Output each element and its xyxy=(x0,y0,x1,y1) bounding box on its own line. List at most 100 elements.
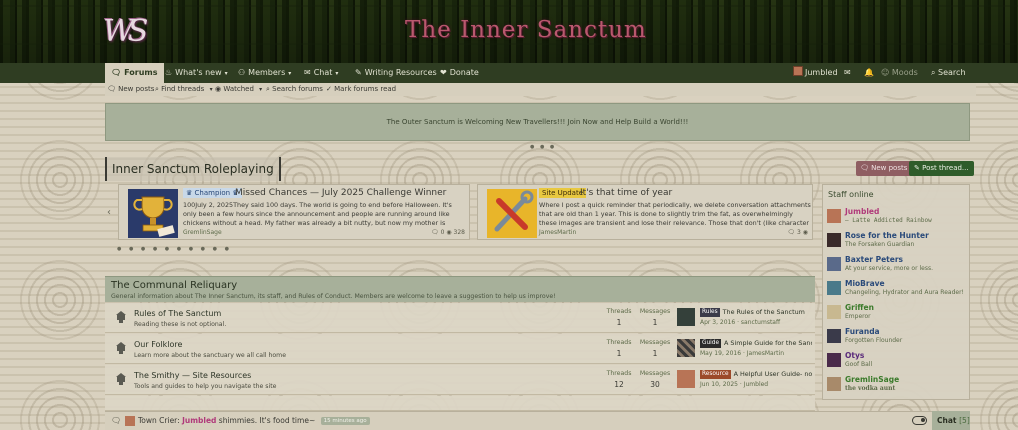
prefix-badge: Rules xyxy=(700,308,720,317)
last-post-title[interactable]: Guide A Simple Guide for the Sanc... xyxy=(700,339,812,348)
chat-toggle-button[interactable]: Chat [5] xyxy=(932,411,970,430)
new-posts-button[interactable]: 🗨 New posts xyxy=(856,161,913,176)
eye-icon: ◉ xyxy=(215,85,222,93)
featured-thread[interactable]: ♛ Champion ♛ Missed Chances — July 2025 … xyxy=(118,184,470,240)
members-icon: ⚇ xyxy=(238,68,246,77)
toggle-icon[interactable] xyxy=(912,416,927,425)
pen-icon: ✎ xyxy=(355,68,362,77)
staff-member[interactable]: Otys Goof Ball xyxy=(827,351,967,373)
staff-name[interactable]: Baxter Peters xyxy=(845,255,903,264)
subnav-new-posts[interactable]: 🗨 New posts xyxy=(107,83,154,96)
avatar[interactable] xyxy=(827,329,841,343)
subnav-mark-read[interactable]: ✓ Mark forums read xyxy=(326,83,396,96)
staff-name[interactable]: Rose for the Hunter xyxy=(845,231,929,240)
sub-nav: 🗨 New posts ⌕ Find threads ▾ ◉ Watched ▾… xyxy=(105,83,976,96)
search-button[interactable]: ⌕ Search xyxy=(931,63,966,83)
nav-tab-members[interactable]: ⚇ Members ▾ xyxy=(238,63,291,83)
staff-member[interactable]: Rose for the Hunter The Forsaken Guardia… xyxy=(827,231,967,253)
staff-name[interactable]: Jumbled xyxy=(845,207,879,216)
notice-pagination[interactable]: ● ● ● xyxy=(530,144,556,150)
staff-member[interactable]: MioBrave Changeling, Hydrator and Aura R… xyxy=(827,279,967,301)
chevron-down-icon[interactable]: ▾ xyxy=(288,70,291,77)
subnav-find-threads[interactable]: ⌕ Find threads ▾ xyxy=(155,83,213,96)
featured-author[interactable]: JamesMartin xyxy=(539,229,576,236)
staff-name[interactable]: MioBrave xyxy=(845,279,885,288)
staff-member[interactable]: Griffen Emperor xyxy=(827,303,967,325)
forum-node[interactable]: Rules of The Sanctum Reading these is no… xyxy=(105,303,815,333)
avatar[interactable] xyxy=(827,353,841,367)
last-post-meta[interactable]: Jun 10, 2025 · Jumbled xyxy=(700,381,768,388)
avatar xyxy=(793,66,803,76)
chevron-down-icon: ▾ xyxy=(259,86,263,93)
staff-name[interactable]: Furanda xyxy=(845,327,880,336)
avatar[interactable] xyxy=(827,377,841,391)
avatar[interactable] xyxy=(677,370,695,388)
avatar[interactable] xyxy=(827,305,841,319)
messages-label: Messages xyxy=(639,339,671,346)
category-title[interactable]: The Communal Reliquary xyxy=(111,280,237,291)
staff-name[interactable]: Otys xyxy=(845,351,864,360)
node-title[interactable]: Rules of The Sanctum xyxy=(134,309,221,318)
search-icon: ⌕ xyxy=(155,85,159,93)
last-post-meta[interactable]: Apr 3, 2016 · sanctumstaff xyxy=(700,319,780,326)
subnav-watched[interactable]: ◉ Watched ▾ xyxy=(215,83,262,96)
featured-title[interactable]: It's that time of year xyxy=(580,188,672,198)
subnav-search-forums[interactable]: ⌕ Search forums xyxy=(266,83,323,96)
nav-tab-whats-new[interactable]: ♨ What's new ▾ xyxy=(165,63,228,83)
replies-icon: 🗨 xyxy=(787,229,796,236)
featured-title[interactable]: Missed Chances — July 2025 Challenge Win… xyxy=(235,188,446,198)
node-title[interactable]: Our Folklore xyxy=(134,340,182,349)
town-crier-bar[interactable]: 🗨 Town Crier: Jumbled shimmies. It's foo… xyxy=(105,411,932,430)
forum-node[interactable]: The Smithy — Site Resources Tools and gu… xyxy=(105,365,815,395)
chevron-down-icon[interactable]: ▾ xyxy=(335,70,338,77)
smiley-icon: ☺ xyxy=(881,68,890,77)
forum-node[interactable]: Our Folklore Learn more about the sanctu… xyxy=(105,334,815,364)
staff-member[interactable]: Baxter Peters At your service, more or l… xyxy=(827,255,967,277)
last-post-title[interactable]: Rules The Rules of the Sanctum xyxy=(700,308,812,317)
forum-node[interactable] xyxy=(105,396,815,411)
lantern-icon xyxy=(116,311,126,323)
messages-count: 1 xyxy=(652,349,658,358)
slider-pagination[interactable]: ● ● ● ● ● ● ● ● ● ● xyxy=(117,246,232,252)
chevron-down-icon[interactable]: ▾ xyxy=(225,70,228,77)
avatar[interactable] xyxy=(827,257,841,271)
last-post-meta[interactable]: May 19, 2016 · JamesMartin xyxy=(700,350,784,357)
category-header[interactable]: The Communal Reliquary General informati… xyxy=(105,276,815,302)
staff-title: — Latte Addicted Rainbow xyxy=(845,217,932,224)
staff-member[interactable]: GremlinSage the vodka aunt xyxy=(827,375,967,397)
moods-button[interactable]: ☺ Moods xyxy=(881,63,918,83)
chevron-left-icon[interactable]: ‹ xyxy=(107,207,111,218)
staff-name[interactable]: GremlinSage xyxy=(845,375,899,384)
staff-title: Changeling, Hydrator and Aura Reader! xyxy=(845,289,964,296)
chat-icon[interactable]: 🗨 xyxy=(111,416,121,425)
avatar[interactable] xyxy=(677,339,695,357)
nav-tab-writing-resources[interactable]: ✎ Writing Resources xyxy=(355,63,437,83)
last-post-title[interactable]: Resource A Helpful User Guide- no... xyxy=(700,370,812,379)
node-title[interactable]: The Smithy — Site Resources xyxy=(134,371,251,380)
lantern-icon xyxy=(116,373,126,385)
nav-tab-forums[interactable]: 🗨 Forums xyxy=(105,63,164,83)
featured-author[interactable]: GremlinSage xyxy=(183,229,222,236)
user-menu[interactable]: Jumbled xyxy=(793,63,838,83)
bell-icon[interactable]: 🔔 xyxy=(864,63,874,83)
nav-tab-chat[interactable]: ✉ Chat ▾ xyxy=(304,63,338,83)
avatar[interactable] xyxy=(827,233,841,247)
staff-member[interactable]: Jumbled — Latte Addicted Rainbow xyxy=(827,207,967,229)
mail-icon[interactable]: ✉ xyxy=(844,63,851,83)
staff-name[interactable]: Griffen xyxy=(845,303,874,312)
avatar[interactable] xyxy=(677,308,695,326)
lantern-icon xyxy=(116,342,126,354)
post-thread-button[interactable]: ✎ Post thread... xyxy=(909,161,974,176)
threads-label: Threads xyxy=(606,339,632,346)
nav-tab-donate[interactable]: ❤ Donate xyxy=(440,63,479,83)
staff-member[interactable]: Furanda Forgotten Flounder xyxy=(827,327,967,349)
site-notice[interactable]: The Outer Sanctum is Welcoming New Trave… xyxy=(105,103,970,141)
timestamp: 15 minutes ago xyxy=(320,417,370,425)
featured-thread[interactable]: Site Update It's that time of year Where… xyxy=(477,184,813,240)
avatar[interactable] xyxy=(827,281,841,295)
avatar[interactable] xyxy=(827,209,841,223)
threads-count: 1 xyxy=(616,349,622,358)
staff-title: Emperor xyxy=(845,313,871,320)
messages-label: Messages xyxy=(639,308,671,315)
site-logo[interactable]: WS xyxy=(103,6,158,58)
